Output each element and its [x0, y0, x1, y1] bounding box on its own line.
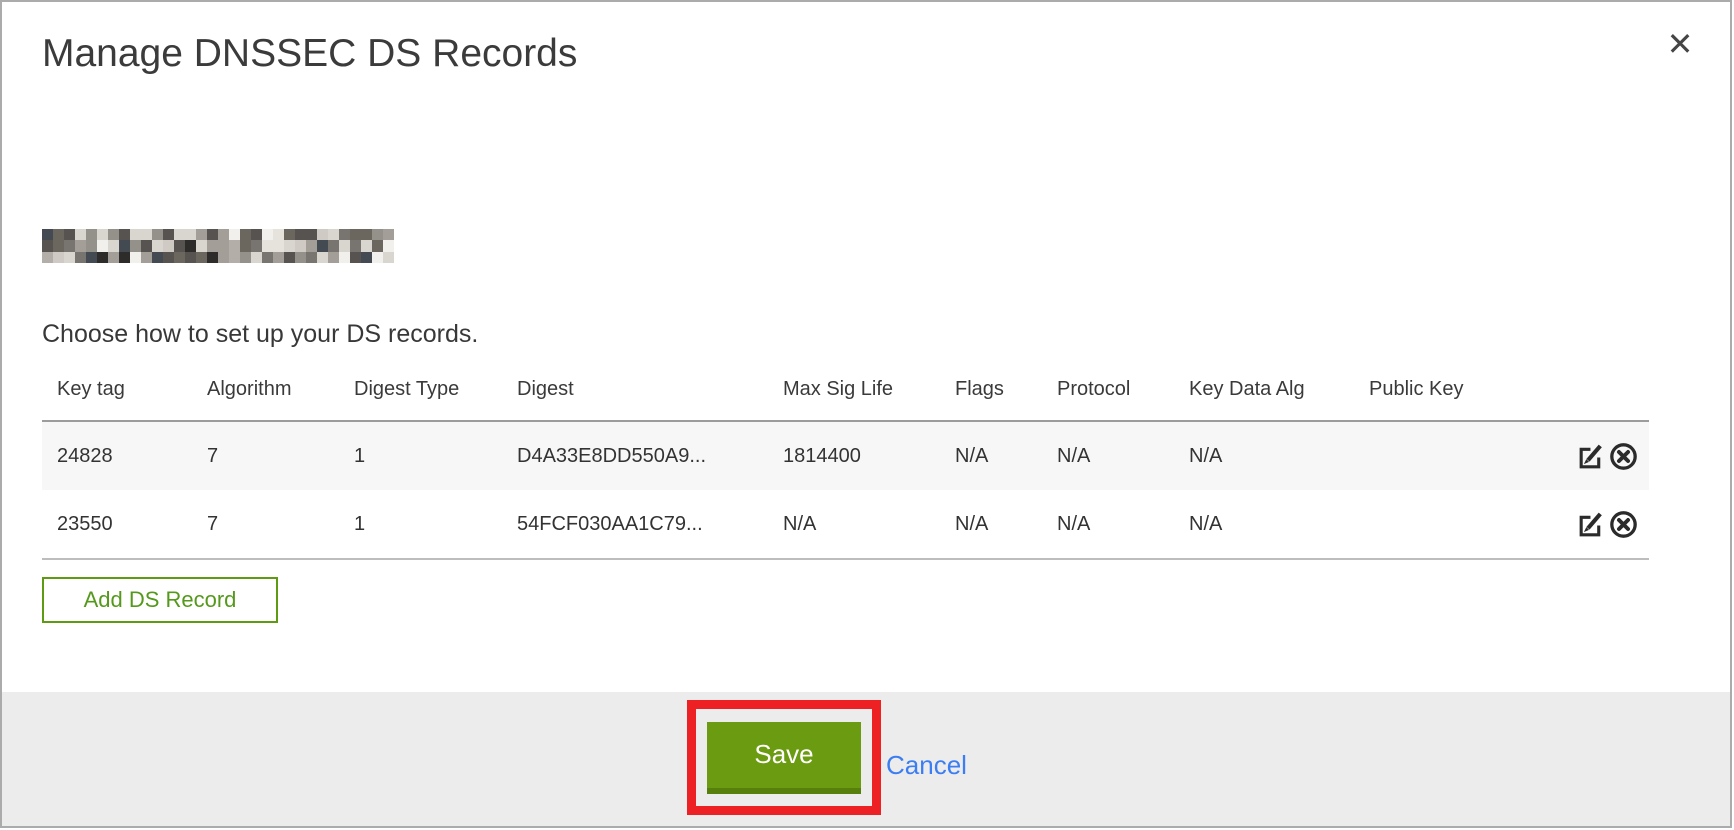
col-header-max-sig-life: Max Sig Life: [768, 338, 940, 421]
col-header-flags: Flags: [940, 338, 1042, 421]
col-header-key-data-alg: Key Data Alg: [1174, 338, 1354, 421]
close-icon[interactable]: ✕: [1658, 22, 1702, 66]
col-header-key-tag: Key tag: [42, 338, 192, 421]
col-header-algorithm: Algorithm: [192, 338, 339, 421]
delete-record-button[interactable]: [1608, 441, 1639, 472]
remove-circle-x-icon: [1608, 528, 1639, 543]
cell-max-sig-life: 1814400: [768, 421, 940, 490]
col-header-digest-type: Digest Type: [339, 338, 502, 421]
col-header-protocol: Protocol: [1042, 338, 1174, 421]
col-header-actions: [1492, 338, 1649, 421]
ds-records-table: Key tag Algorithm Digest Type Digest Max…: [42, 338, 1649, 560]
edit-record-button[interactable]: [1576, 509, 1607, 540]
cell-max-sig-life: N/A: [768, 490, 940, 559]
annotation-highlight-box: Save: [687, 700, 881, 815]
cell-public-key: [1354, 490, 1492, 559]
table-row: 23550 7 1 54FCF030AA1C79... N/A N/A N/A …: [42, 490, 1649, 559]
dialog-title: Manage DNSSEC DS Records: [42, 32, 577, 76]
cancel-link[interactable]: Cancel: [886, 750, 967, 781]
edit-pencil-square-icon: [1576, 460, 1607, 475]
table-header-row: Key tag Algorithm Digest Type Digest Max…: [42, 338, 1649, 421]
add-ds-record-button[interactable]: Add DS Record: [42, 577, 278, 623]
edit-pencil-square-icon: [1576, 528, 1607, 543]
cell-algorithm: 7: [192, 421, 339, 490]
cell-digest: 54FCF030AA1C79...: [502, 490, 768, 559]
cell-key-data-alg: N/A: [1174, 421, 1354, 490]
cell-digest-type: 1: [339, 490, 502, 559]
cell-protocol: N/A: [1042, 421, 1174, 490]
delete-record-button[interactable]: [1608, 509, 1639, 540]
redacted-domain-name: [42, 229, 394, 263]
cell-key-tag: 24828: [42, 421, 192, 490]
cell-flags: N/A: [940, 421, 1042, 490]
cell-key-tag: 23550: [42, 490, 192, 559]
cell-key-data-alg: N/A: [1174, 490, 1354, 559]
col-header-digest: Digest: [502, 338, 768, 421]
cell-digest-type: 1: [339, 421, 502, 490]
edit-record-button[interactable]: [1576, 441, 1607, 472]
col-header-public-key: Public Key: [1354, 338, 1492, 421]
remove-circle-x-icon: [1608, 460, 1639, 475]
cell-algorithm: 7: [192, 490, 339, 559]
cell-actions: [1492, 421, 1649, 490]
cell-digest: D4A33E8DD550A9...: [502, 421, 768, 490]
manage-dnssec-ds-records-dialog: Manage DNSSEC DS Records ✕ Choose how to…: [0, 0, 1732, 828]
cell-protocol: N/A: [1042, 490, 1174, 559]
cell-public-key: [1354, 421, 1492, 490]
save-button[interactable]: Save: [707, 722, 861, 794]
cell-flags: N/A: [940, 490, 1042, 559]
cell-actions: [1492, 490, 1649, 559]
table-row: 24828 7 1 D4A33E8DD550A9... 1814400 N/A …: [42, 421, 1649, 490]
